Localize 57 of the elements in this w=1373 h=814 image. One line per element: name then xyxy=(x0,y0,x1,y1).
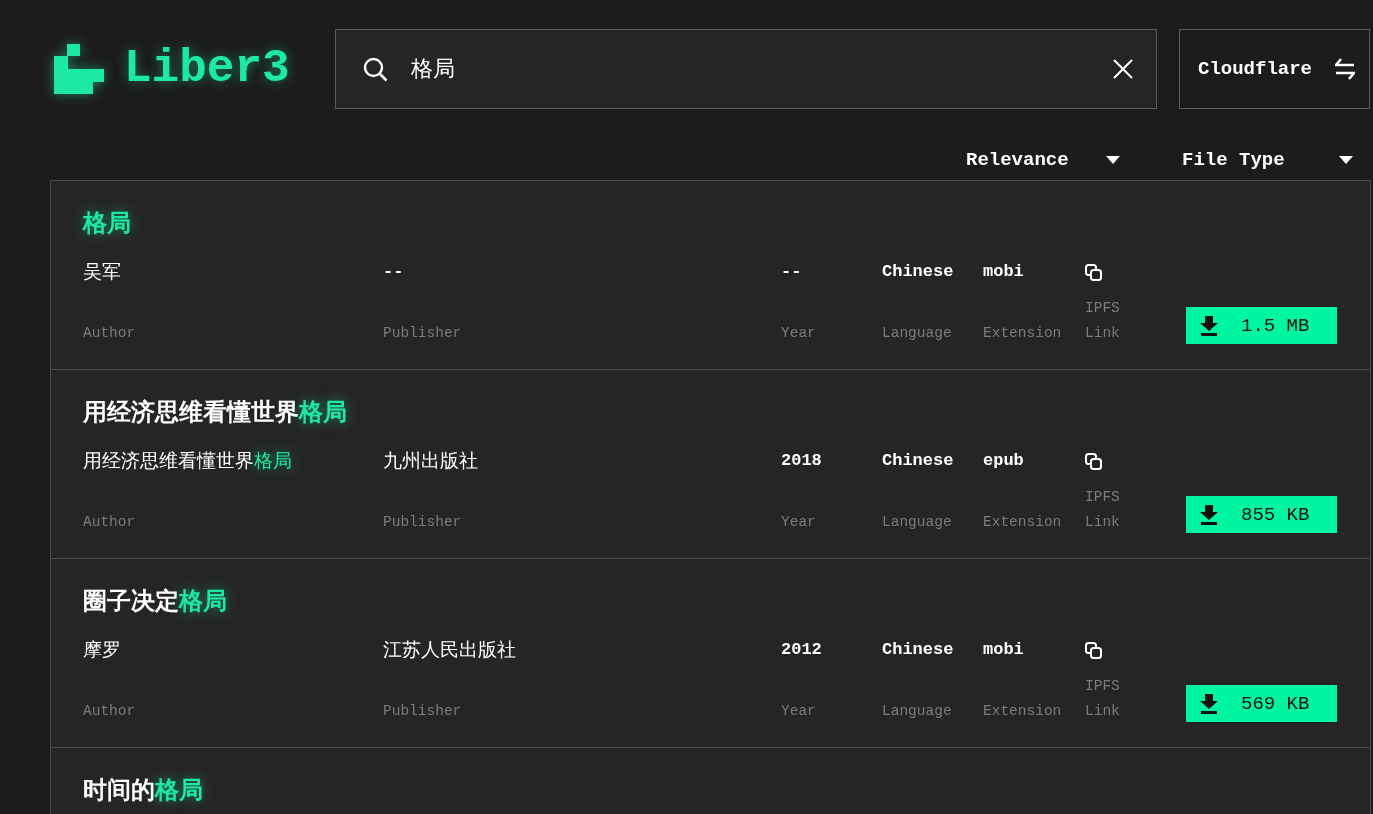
field-label: Author xyxy=(83,513,136,532)
field-label: Year xyxy=(781,324,816,343)
download-icon xyxy=(1200,315,1218,336)
field-label: IPFS Link xyxy=(1085,488,1121,532)
field-label: Author xyxy=(83,702,136,721)
download-button[interactable]: 569 KB xyxy=(1186,685,1337,722)
field-label: Language xyxy=(882,513,952,532)
field-value: 用经济思维看懂世界格局 xyxy=(83,449,292,473)
field-label: Year xyxy=(781,513,816,532)
field-value: mobi xyxy=(983,639,1024,661)
book-title[interactable]: 圈子决定格局 xyxy=(83,586,227,616)
copy-icon[interactable] xyxy=(1085,263,1102,281)
field-label: Year xyxy=(781,702,816,721)
field-value: Chinese xyxy=(882,639,954,661)
gateway-button[interactable]: Cloudflare xyxy=(1179,29,1370,109)
field-label: Author xyxy=(83,324,136,343)
caret-icon xyxy=(1339,156,1353,164)
field-value: mobi xyxy=(983,261,1024,283)
swap-icon xyxy=(1335,58,1355,80)
field-value: Chinese xyxy=(882,261,954,283)
field-value: -- xyxy=(383,261,404,283)
logo-text: Liber3 xyxy=(124,44,290,94)
field-label: Extension xyxy=(983,513,1062,532)
book-title[interactable]: 时间的格局 xyxy=(83,775,203,805)
field-label: Language xyxy=(882,324,952,343)
field-label: Publisher xyxy=(383,702,462,721)
search-field[interactable]: 格局 xyxy=(335,29,1157,109)
book-title[interactable]: 用经济思维看懂世界格局 xyxy=(83,397,347,427)
field-value: 2012 xyxy=(781,639,822,661)
logo-icon xyxy=(52,44,104,94)
book-title[interactable]: 格局 xyxy=(83,208,131,238)
field-label: Extension xyxy=(983,324,1062,343)
field-value: 九州出版社 xyxy=(383,449,478,473)
download-icon xyxy=(1200,504,1218,525)
copy-icon[interactable] xyxy=(1085,641,1102,659)
field-label: Extension xyxy=(983,702,1062,721)
field-label: Language xyxy=(882,702,952,721)
field-label: Publisher xyxy=(383,324,462,343)
close-icon[interactable] xyxy=(1113,59,1133,79)
field-label: IPFS Link xyxy=(1085,299,1121,343)
sort-dropdown[interactable]: File Type xyxy=(1182,145,1371,175)
field-value: -- xyxy=(781,261,802,283)
download-button[interactable]: 855 KB xyxy=(1186,496,1337,533)
sort-dropdown[interactable]: Relevance xyxy=(966,145,1138,175)
download-icon xyxy=(1200,693,1218,714)
search-icon xyxy=(363,57,388,82)
copy-icon[interactable] xyxy=(1085,452,1102,470)
field-label: IPFS Link xyxy=(1085,677,1121,721)
field-value: 摩罗 xyxy=(83,638,121,662)
field-value: 2018 xyxy=(781,450,822,472)
field-label: Publisher xyxy=(383,513,462,532)
field-value: 江苏人民出版社 xyxy=(383,638,516,662)
field-value: 吴军 xyxy=(83,260,121,284)
field-value: epub xyxy=(983,450,1024,472)
caret-icon xyxy=(1106,156,1120,164)
field-value: Chinese xyxy=(882,450,954,472)
download-button[interactable]: 1.5 MB xyxy=(1186,307,1337,344)
